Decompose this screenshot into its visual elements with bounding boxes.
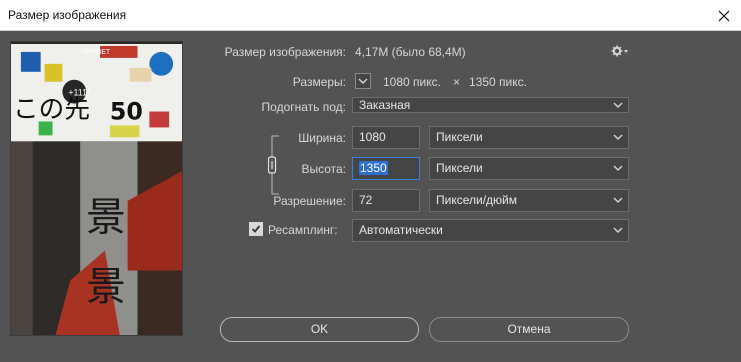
width-input[interactable]: 1080	[352, 126, 420, 149]
resample-value: Автоматически	[359, 223, 443, 237]
title-bar: Размер изображения	[0, 0, 741, 31]
resolution-unit-value: Пиксели/дюйм	[436, 193, 517, 207]
dimensions-label: Размеры:	[292, 75, 346, 89]
resolution-value: 72	[359, 193, 373, 207]
resample-label: Ресамплинг:	[268, 223, 338, 237]
chevron-down-icon	[613, 197, 623, 203]
dimensions-sep: ×	[453, 75, 461, 89]
dimensions-dropdown[interactable]	[355, 73, 371, 89]
chevron-down-icon	[613, 227, 623, 233]
height-value: 1350	[359, 161, 388, 175]
checkmark-icon	[251, 225, 261, 233]
height-label: Высота:	[301, 162, 346, 176]
chevron-down-icon	[613, 134, 623, 140]
sign-main-text: この先	[13, 94, 90, 124]
dimensions-height: 1350 пикс.	[469, 75, 527, 89]
width-label: Ширина:	[298, 131, 346, 145]
ok-button[interactable]: OK	[220, 317, 419, 342]
resample-select[interactable]: Автоматически	[352, 219, 629, 242]
resample-checkbox[interactable]	[249, 222, 263, 236]
width-unit-value: Пиксели	[436, 130, 483, 144]
fit-to-label: Подогнать под:	[261, 100, 346, 114]
pole-char: 景	[86, 195, 126, 241]
resolution-label: Разрешение:	[273, 194, 346, 208]
image-size-value: 4,17M (было 68,4M)	[355, 45, 466, 59]
gear-icon[interactable]	[611, 45, 629, 57]
image-size-dialog: ПРИВЕТ +111° この先 50 景 景 Размер изображен…	[0, 31, 741, 362]
window-title: Размер изображения	[8, 8, 127, 22]
image-preview[interactable]: ПРИВЕТ +111° この先 50 景 景	[10, 41, 183, 336]
width-unit-select[interactable]: Пиксели	[429, 126, 629, 149]
close-icon[interactable]	[707, 0, 741, 31]
image-size-label: Размер изображения:	[224, 45, 346, 59]
chevron-down-icon	[613, 102, 623, 108]
sticker-red-text: ПРИВЕТ	[82, 49, 111, 56]
resolution-unit-select[interactable]: Пиксели/дюйм	[429, 189, 629, 212]
pole-char-2: 景	[86, 264, 126, 310]
resolution-input[interactable]: 72	[352, 189, 420, 212]
width-value: 1080	[359, 130, 386, 144]
dimensions-width: 1080 пикс.	[383, 75, 441, 89]
height-unit-value: Пиксели	[436, 161, 483, 175]
height-unit-select[interactable]: Пиксели	[429, 157, 629, 180]
chevron-down-icon	[613, 165, 623, 171]
sign-number-text: 50	[110, 97, 143, 125]
fit-to-select[interactable]: Заказная	[352, 97, 629, 113]
cancel-button[interactable]: Отмена	[429, 317, 629, 342]
fit-to-value: Заказная	[359, 98, 411, 112]
height-input[interactable]: 1350	[352, 157, 420, 180]
